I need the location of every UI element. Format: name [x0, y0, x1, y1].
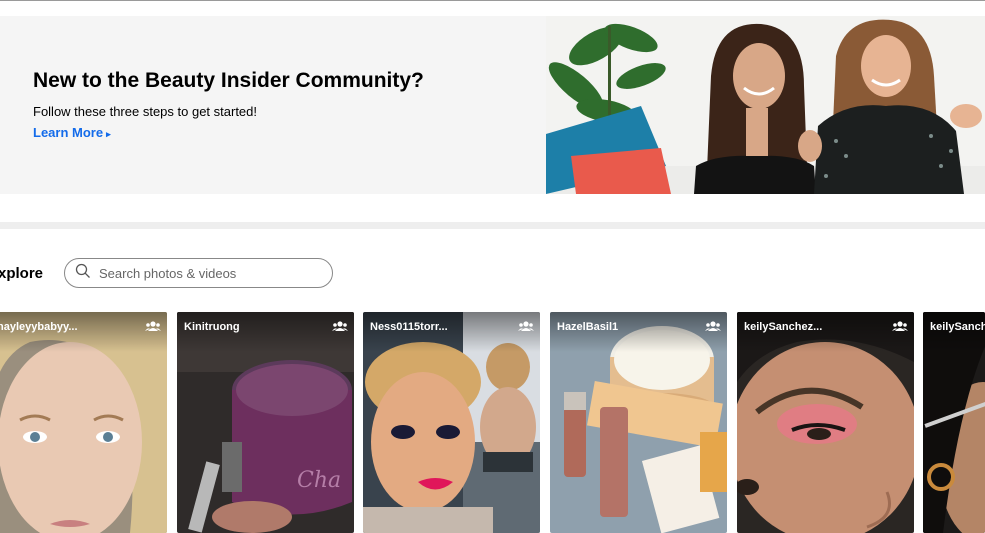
- gallery-tile[interactable]: keilySanchez...: [737, 312, 914, 533]
- community-icon: [892, 321, 908, 331]
- gallery-tile[interactable]: keilySanch: [923, 312, 985, 533]
- learn-more-link[interactable]: Learn More ▸: [33, 125, 424, 140]
- tile-username: Kinitruong: [184, 321, 240, 333]
- gallery-tile[interactable]: nayleyybabyy...: [0, 312, 167, 533]
- gallery-tile[interactable]: HazelBasil1: [550, 312, 727, 533]
- banner-subtitle: Follow these three steps to get started!: [33, 104, 258, 119]
- learn-more-label: Learn More: [33, 125, 104, 140]
- community-icon: [145, 321, 161, 331]
- tile-username: keilySanchez...: [744, 321, 823, 333]
- community-icon: [518, 321, 534, 331]
- gallery-tile[interactable]: Cha Kinitruong: [177, 312, 354, 533]
- tile-username: nayleyybabyy...: [0, 321, 78, 333]
- banner-hero-image: [546, 16, 985, 194]
- explore-heading: xplore: [0, 265, 44, 282]
- section-divider: [0, 222, 985, 229]
- gallery-tile[interactable]: Ness0115torr...: [363, 312, 540, 533]
- banner-title: New to the Beauty Insider Community?: [33, 69, 424, 92]
- search-box[interactable]: [64, 258, 333, 288]
- search-input[interactable]: [97, 264, 321, 282]
- community-banner: New to the Beauty Insider Community? Fol…: [0, 16, 985, 194]
- tile-username: keilySanch: [930, 321, 985, 333]
- top-border: [0, 0, 985, 1]
- tile-username: Ness0115torr...: [370, 321, 448, 333]
- community-icon: [705, 321, 721, 331]
- search-icon: [75, 263, 91, 284]
- caret-right-icon: ▸: [106, 129, 111, 139]
- banner-text: New to the Beauty Insider Community? Fol…: [33, 68, 424, 140]
- tile-username: HazelBasil1: [557, 321, 619, 333]
- svg-text:Cha: Cha: [297, 468, 341, 493]
- community-icon: [332, 321, 348, 331]
